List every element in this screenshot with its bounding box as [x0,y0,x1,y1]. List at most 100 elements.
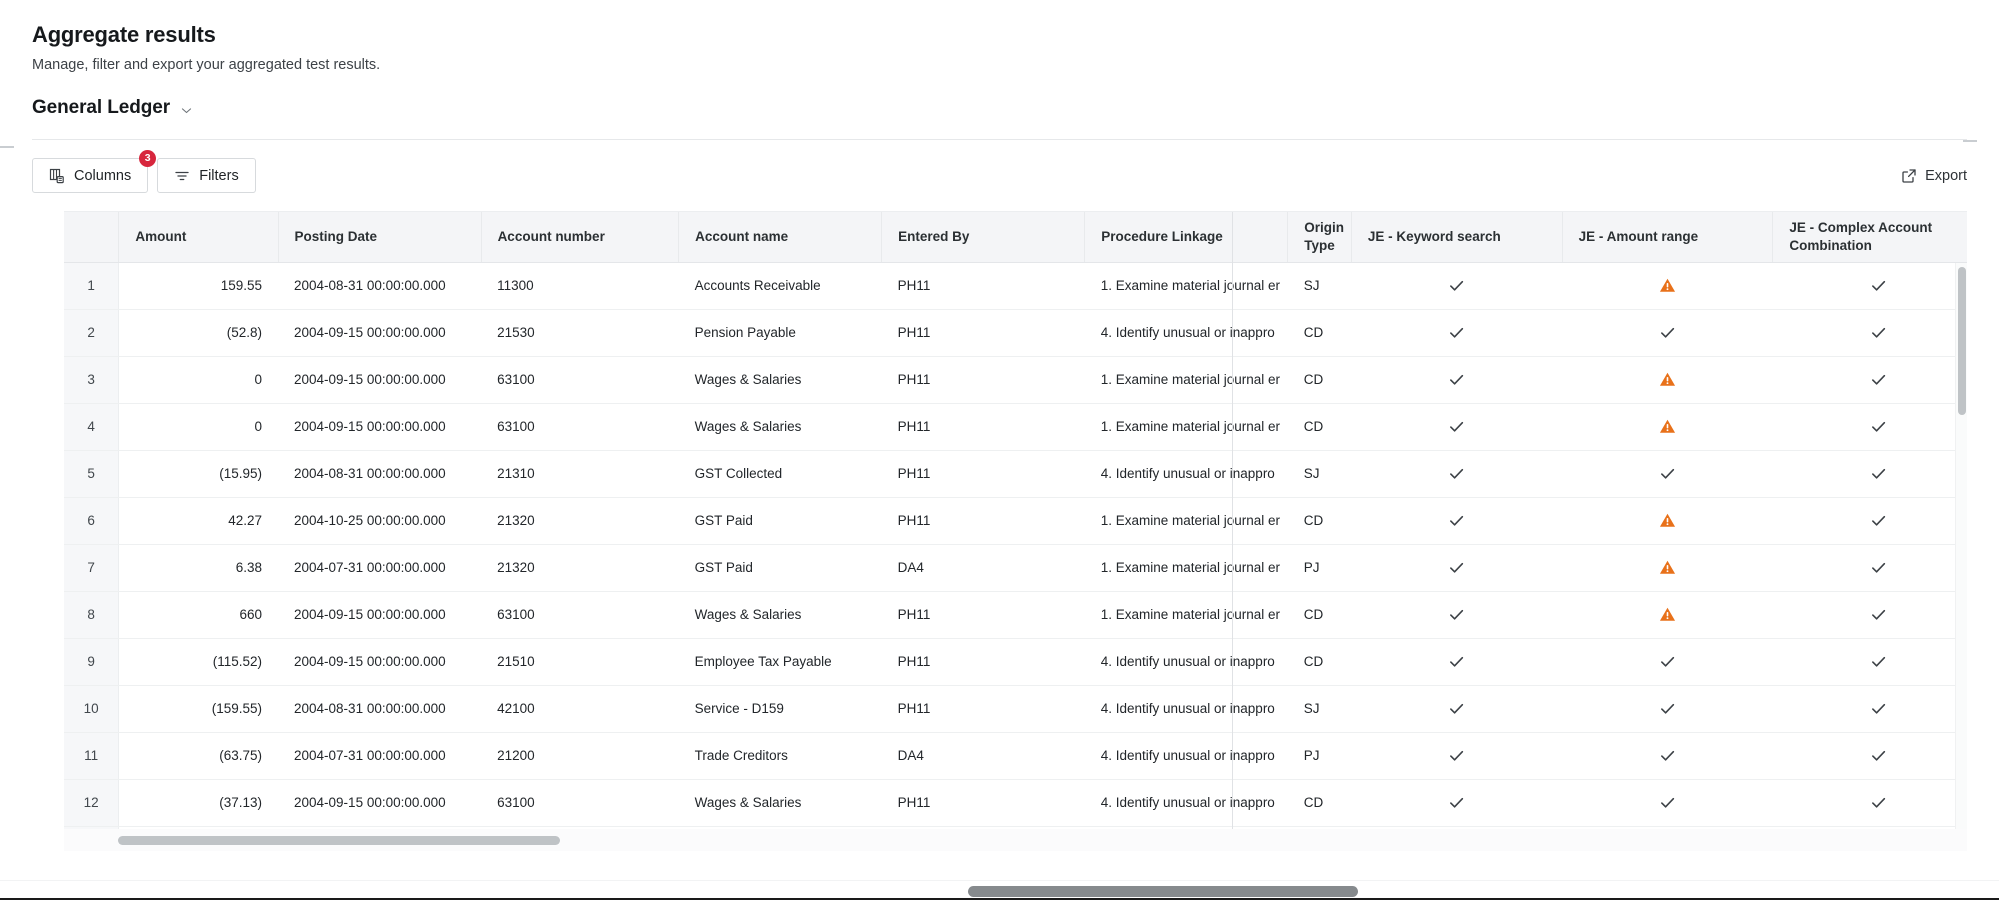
cell-je_amount_range [1562,685,1773,732]
column-header-origin_type[interactable]: Origin Type [1288,212,1352,262]
check-icon [1870,277,1887,294]
table-row[interactable]: 86602004-09-15 00:00:00.00063100Wages & … [64,591,1967,638]
cell-posting_date: 2004-08-31 00:00:00.000 [278,450,481,497]
check-icon [1448,418,1465,435]
columns-button[interactable]: Columns 3 [32,158,148,193]
cell-account_name: GST Paid [679,497,882,544]
cell-entered_by: PH11 [882,779,1085,826]
table-row[interactable]: 5(15.95)2004-08-31 00:00:00.00021310GST … [64,450,1967,497]
results-table-container: AmountPosting DateAccount numberAccount … [64,211,1967,851]
cell-je_complex_account_combination [1773,779,1967,826]
table-horizontal-scrollbar[interactable] [64,829,1967,851]
columns-icon [49,168,65,184]
cell-amount: 660 [119,591,278,638]
table-row[interactable]: 1159.552004-08-31 00:00:00.00011300Accou… [64,262,1967,309]
cell-amount: (37.13) [119,779,278,826]
check-icon [1659,794,1676,811]
cell-posting_date: 2004-09-15 00:00:00.000 [278,309,481,356]
table-header-row: AmountPosting DateAccount numberAccount … [64,212,1967,262]
cell-je_keyword_search [1351,262,1562,309]
column-header-je_keyword_search[interactable]: JE - Keyword search [1351,212,1562,262]
cell-je_keyword_search [1351,779,1562,826]
cell-origin_type: CD [1288,779,1352,826]
cell-account_name: Wages & Salaries [679,356,882,403]
cell-account_name: Service - D159 [679,685,882,732]
export-button-label: Export [1925,168,1967,184]
filter-icon [174,168,190,184]
cell-je_keyword_search [1351,732,1562,779]
row-number: 7 [64,544,119,591]
table-vertical-scrollbar[interactable] [1955,263,1967,829]
check-icon [1870,418,1887,435]
cell-je_complex_account_combination [1773,450,1967,497]
cell-origin_type: SJ [1288,450,1352,497]
cell-je_amount_range [1562,262,1773,309]
cell-procedure_linkage: 1. Examine material journal er [1085,262,1288,309]
warning-triangle-icon [1659,606,1676,623]
row-number: 2 [64,309,119,356]
column-header-amount[interactable]: Amount [119,212,278,262]
window-horizontal-scrollbar[interactable] [0,880,1999,900]
table-horizontal-scrollbar-thumb[interactable] [118,836,560,845]
cell-account_number: 63100 [481,779,679,826]
table-row[interactable]: 10(159.55)2004-08-31 00:00:00.00042100Se… [64,685,1967,732]
cell-procedure_linkage: 1. Examine material journal er [1085,544,1288,591]
cell-procedure_linkage: 4. Identify unusual or inappro [1085,685,1288,732]
cell-account_number: 21320 [481,544,679,591]
cell-entered_by: PH11 [882,403,1085,450]
cell-amount: (115.52) [119,638,278,685]
cell-amount: (52.8) [119,309,278,356]
column-header-entered_by[interactable]: Entered By [882,212,1085,262]
filters-button[interactable]: Filters [157,158,255,193]
cell-amount: (159.55) [119,685,278,732]
window-horizontal-scrollbar-thumb[interactable] [968,886,1358,897]
cell-entered_by: PH11 [882,497,1085,544]
cell-account_name: Pension Payable [679,309,882,356]
column-header-je_amount_range[interactable]: JE - Amount range [1562,212,1773,262]
cell-posting_date: 2004-09-15 00:00:00.000 [278,638,481,685]
cell-posting_date: 2004-09-15 00:00:00.000 [278,356,481,403]
column-header-account_name[interactable]: Account name [679,212,882,262]
cell-je_keyword_search [1351,591,1562,638]
table-head: AmountPosting DateAccount numberAccount … [64,212,1967,262]
check-icon [1870,512,1887,529]
cell-account_number: 21530 [481,309,679,356]
row-number: 8 [64,591,119,638]
check-icon [1870,559,1887,576]
table-row[interactable]: 76.382004-07-31 00:00:00.00021320GST Pai… [64,544,1967,591]
cell-je_complex_account_combination [1773,497,1967,544]
rownum-header [64,212,119,262]
table-row[interactable]: 11(63.75)2004-07-31 00:00:00.00021200Tra… [64,732,1967,779]
check-icon [1659,324,1676,341]
cell-amount: (63.75) [119,732,278,779]
table-row[interactable]: 642.272004-10-25 00:00:00.00021320GST Pa… [64,497,1967,544]
cell-je_keyword_search [1351,309,1562,356]
column-header-je_complex_account_combination[interactable]: JE - Complex Account Combination [1773,212,1967,262]
check-icon [1448,371,1465,388]
cell-procedure_linkage: 4. Identify unusual or inappro [1085,779,1288,826]
column-header-posting_date[interactable]: Posting Date [278,212,481,262]
cell-procedure_linkage: 4. Identify unusual or inappro [1085,450,1288,497]
table-toolbar: Columns 3 Filters [32,158,1999,193]
table-row[interactable]: 12(37.13)2004-09-15 00:00:00.00063100Wag… [64,779,1967,826]
table-row[interactable]: 9(115.52)2004-09-15 00:00:00.00021510Emp… [64,638,1967,685]
table-row[interactable]: 302004-09-15 00:00:00.00063100Wages & Sa… [64,356,1967,403]
cell-je_amount_range [1562,779,1773,826]
cell-procedure_linkage: 4. Identify unusual or inappro [1085,638,1288,685]
cell-origin_type: CD [1288,638,1352,685]
table-row[interactable]: 402004-09-15 00:00:00.00063100Wages & Sa… [64,403,1967,450]
table-vertical-scrollbar-thumb[interactable] [1958,267,1966,415]
export-button[interactable]: Export [1901,168,1967,184]
cell-entered_by: PH11 [882,356,1085,403]
ledger-selector[interactable]: General Ledger [32,97,1999,119]
cell-je_complex_account_combination [1773,638,1967,685]
cell-procedure_linkage: 1. Examine material journal er [1085,497,1288,544]
cell-je_amount_range [1562,638,1773,685]
table-row[interactable]: 2(52.8)2004-09-15 00:00:00.00021530Pensi… [64,309,1967,356]
chevron-down-icon[interactable] [180,104,193,117]
cell-account_name: GST Collected [679,450,882,497]
column-header-account_number[interactable]: Account number [481,212,679,262]
cell-account_name: Accounts Receivable [679,262,882,309]
column-header-procedure_linkage[interactable]: Procedure Linkage [1085,212,1288,262]
check-icon [1448,465,1465,482]
